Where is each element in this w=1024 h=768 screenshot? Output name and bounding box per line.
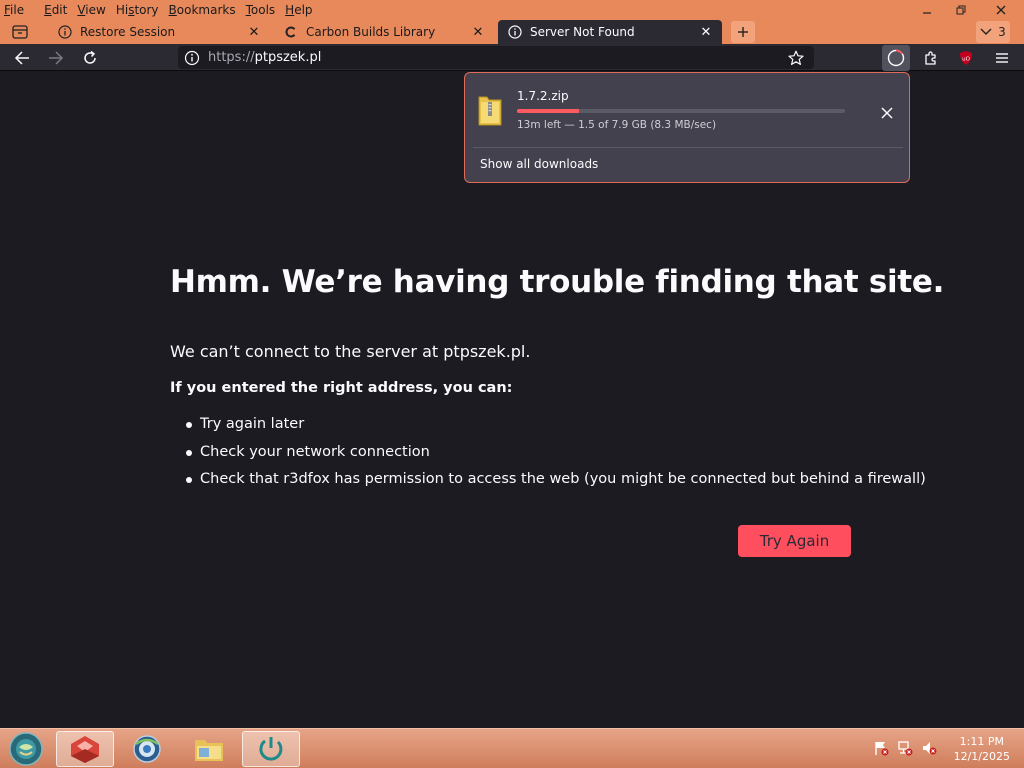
menu-history[interactable]: History xyxy=(116,3,159,17)
puzzle-icon xyxy=(925,51,936,65)
downloads-panel: 1.7.2.zip 13m left — 1.5 of 7.9 GB (8.3 … xyxy=(464,72,910,183)
hamburger-menu-icon xyxy=(996,53,1008,63)
clock-time: 1:11 PM xyxy=(959,735,1004,748)
minimize-icon xyxy=(923,12,931,14)
close-window-button[interactable] xyxy=(978,0,1024,20)
menu-tools[interactable]: Tools xyxy=(246,3,276,17)
taskbar-app-file-explorer[interactable] xyxy=(180,731,238,767)
tab-close-button[interactable]: ✕ xyxy=(246,24,262,40)
suggestion-item: Check that r3dfox has permission to acce… xyxy=(186,469,926,497)
taskbar-clock[interactable]: 1:11 PM 12/1/2025 xyxy=(954,734,1010,764)
svg-text:uO: uO xyxy=(962,57,970,63)
star-icon xyxy=(788,50,804,65)
menu-view[interactable]: View xyxy=(77,3,105,17)
panel-divider xyxy=(473,147,903,148)
title-bar: File Edit View History Bookmarks Tools H… xyxy=(0,0,1024,44)
taskbar: 1:11 PM 12/1/2025 xyxy=(0,728,1024,768)
reload-icon xyxy=(84,50,96,64)
arrow-right-icon xyxy=(49,51,64,65)
r3dfox-icon xyxy=(71,736,99,763)
info-icon xyxy=(58,25,72,39)
start-button[interactable] xyxy=(6,731,46,767)
url-text[interactable]: https://ptpszek.pl xyxy=(208,50,321,65)
back-button[interactable] xyxy=(10,46,34,70)
info-icon[interactable] xyxy=(184,50,200,66)
ublock-origin-button[interactable]: uO xyxy=(954,46,978,70)
system-tray xyxy=(872,739,938,757)
error-message: We can’t connect to the server at ptpsze… xyxy=(170,342,531,361)
show-all-downloads-link[interactable]: Show all downloads xyxy=(480,157,598,171)
try-again-button[interactable]: Try Again xyxy=(738,525,851,557)
tab-count: 3 xyxy=(998,25,1006,39)
menu-file-rest: ile xyxy=(10,3,25,17)
info-icon xyxy=(508,25,522,39)
error-title: Hmm. We’re having trouble finding that s… xyxy=(170,264,945,300)
download-filename: 1.7.2.zip xyxy=(517,89,569,103)
error-subheading: If you entered the right address, you ca… xyxy=(170,380,513,396)
url-bar[interactable]: https://ptpszek.pl xyxy=(178,46,814,69)
minimize-button[interactable] xyxy=(910,0,944,20)
tab-close-button[interactable]: ✕ xyxy=(698,24,714,40)
taskbar-app-r3dfox[interactable] xyxy=(56,731,114,767)
start-orb-icon xyxy=(9,732,43,766)
app-menu-button[interactable] xyxy=(990,46,1014,70)
ublock-shield-icon: uO xyxy=(960,51,972,65)
bookmark-star-button[interactable] xyxy=(786,48,806,68)
menu-bookmarks[interactable]: Bookmarks xyxy=(169,3,236,17)
menu-bar: File Edit View History Bookmarks Tools H… xyxy=(0,0,323,20)
url-host: ptpszek.pl xyxy=(254,50,322,65)
tab-restore-session[interactable]: Restore Session ✕ xyxy=(48,20,270,44)
plus-icon xyxy=(738,27,748,37)
menu-edit[interactable]: Edit xyxy=(44,3,67,17)
chevron-down-icon xyxy=(980,28,992,35)
firefox-view-icon xyxy=(12,25,28,39)
list-all-tabs-button[interactable]: 3 xyxy=(976,21,1010,43)
close-icon xyxy=(881,107,893,119)
taskbar-app-power-tool[interactable] xyxy=(242,731,300,767)
cancel-download-button[interactable] xyxy=(875,101,899,125)
clock-date: 12/1/2025 xyxy=(953,750,1010,763)
volume-muted-icon[interactable] xyxy=(920,739,938,757)
forward-button[interactable] xyxy=(44,46,68,70)
tab-server-not-found[interactable]: Server Not Found ✕ xyxy=(498,20,722,44)
suggestion-item: Try again later xyxy=(186,414,926,442)
download-status: 13m left — 1.5 of 7.9 GB (8.3 MB/sec) xyxy=(517,119,717,131)
restore-button[interactable] xyxy=(944,0,978,20)
menu-help[interactable]: Help xyxy=(285,3,312,17)
firefox-view-button[interactable] xyxy=(6,22,34,42)
menu-file[interactable]: File xyxy=(4,3,34,17)
power-refresh-icon xyxy=(259,737,283,761)
download-progress-bar xyxy=(517,109,845,113)
arrow-left-icon xyxy=(14,51,29,65)
tab-title: Carbon Builds Library xyxy=(306,25,436,39)
close-icon xyxy=(996,5,1006,15)
extensions-button[interactable] xyxy=(919,46,943,70)
restore-icon xyxy=(956,5,966,15)
url-scheme: https:// xyxy=(208,50,255,65)
window-controls xyxy=(910,0,1024,20)
downloads-button[interactable] xyxy=(882,45,910,71)
download-item[interactable]: 1.7.2.zip 13m left — 1.5 of 7.9 GB (8.3 … xyxy=(473,81,901,145)
globe-browser-icon xyxy=(133,735,161,763)
tab-title: Restore Session xyxy=(80,25,176,39)
action-center-flag-icon[interactable] xyxy=(872,739,890,757)
new-tab-button[interactable] xyxy=(731,21,755,43)
navigation-toolbar: https://ptpszek.pl uO xyxy=(0,44,1024,71)
tab-close-button[interactable]: ✕ xyxy=(470,24,486,40)
download-progress-fill xyxy=(517,109,580,113)
network-icon[interactable] xyxy=(896,739,914,757)
suggestion-item: Check your network connection xyxy=(186,442,926,470)
reload-button[interactable] xyxy=(78,46,102,70)
suggestion-list: Try again later Check your network conne… xyxy=(186,414,926,497)
zip-folder-icon xyxy=(478,96,502,126)
taskbar-app-browser[interactable] xyxy=(118,731,176,767)
tab-title: Server Not Found xyxy=(530,25,635,39)
folder-icon xyxy=(195,740,223,761)
tab-strip: Restore Session ✕ Carbon Builds Library … xyxy=(0,20,1024,44)
tab-carbon-builds-library[interactable]: Carbon Builds Library ✕ xyxy=(274,20,494,44)
download-progress-icon xyxy=(887,49,905,67)
site-c-icon xyxy=(284,25,298,39)
